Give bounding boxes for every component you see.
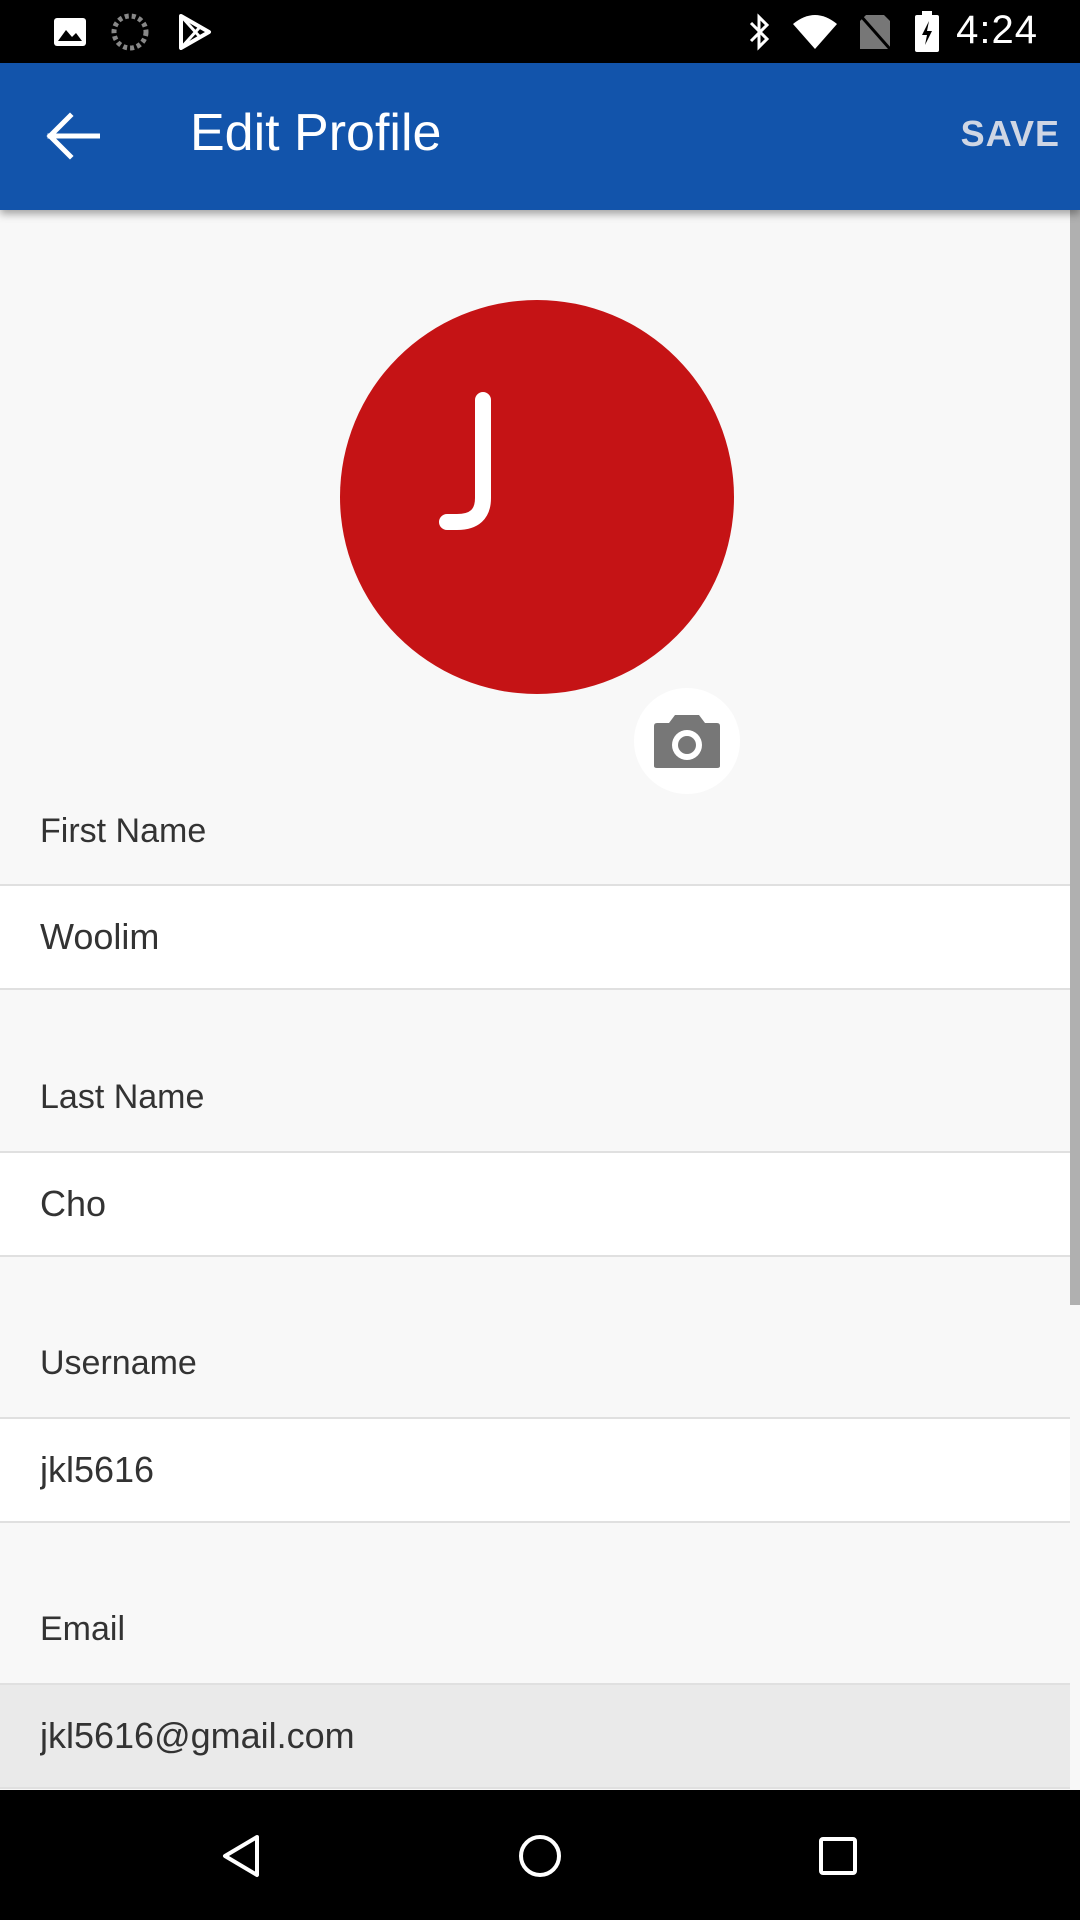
loading-icon xyxy=(110,12,150,52)
email-label: Email xyxy=(40,1610,126,1648)
wifi-icon xyxy=(790,12,840,52)
username-field[interactable] xyxy=(40,1449,1020,1491)
change-photo-button[interactable] xyxy=(634,688,740,794)
avatar-initial: J xyxy=(439,392,491,530)
last-name-row xyxy=(0,1151,1070,1257)
page-title: Edit Profile xyxy=(190,104,442,162)
nav-home-button[interactable] xyxy=(505,1821,575,1891)
back-triangle-icon xyxy=(223,1835,259,1877)
battery-icon xyxy=(912,11,942,52)
username-label: Username xyxy=(40,1344,197,1382)
last-name-label: Last Name xyxy=(40,1078,205,1116)
recents-square-icon xyxy=(819,1837,857,1875)
app-bar: Edit Profile SAVE xyxy=(0,63,1080,210)
nav-back-button[interactable] xyxy=(206,1821,276,1891)
no-sim-icon xyxy=(855,12,895,52)
email-field xyxy=(40,1715,1020,1757)
first-name-field[interactable] xyxy=(40,916,1020,958)
scrollbar[interactable] xyxy=(1070,210,1080,1305)
last-name-field[interactable] xyxy=(40,1183,1020,1225)
navigation-bar xyxy=(0,1793,1080,1920)
first-name-row xyxy=(0,884,1070,990)
arrow-back-icon xyxy=(46,112,100,160)
avatar[interactable]: J xyxy=(340,300,734,694)
status-bar: 4:24 xyxy=(0,0,1080,63)
first-name-label: First Name xyxy=(40,812,207,850)
play-store-icon xyxy=(175,12,215,52)
status-time: 4:24 xyxy=(956,8,1038,52)
bluetooth-icon xyxy=(745,12,775,52)
back-button[interactable] xyxy=(28,91,118,181)
image-icon xyxy=(50,12,90,52)
avatar-container: J xyxy=(340,300,740,794)
email-row xyxy=(0,1683,1070,1789)
camera-icon xyxy=(654,715,720,768)
save-button[interactable]: SAVE xyxy=(961,113,1060,155)
nav-recents-button[interactable] xyxy=(803,1821,873,1891)
username-row xyxy=(0,1417,1070,1523)
profile-form[interactable]: J First Name Last Name Username Email xyxy=(0,210,1080,1790)
home-circle-icon xyxy=(519,1835,561,1877)
